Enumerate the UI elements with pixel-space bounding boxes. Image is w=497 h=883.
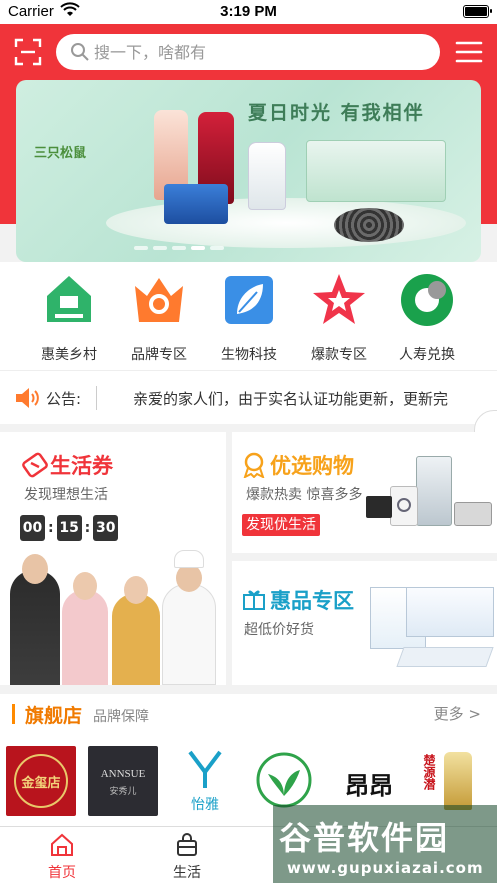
category-item[interactable]: 惠美乡村 (24, 272, 114, 366)
star-icon (313, 274, 365, 324)
notice-label: 公告: (46, 390, 82, 408)
benefit-zone-title: 惠品专区 (270, 589, 354, 613)
category-grid: 惠美乡村 品牌专区 生物科技 爆款专区 人寿兑换 (0, 262, 497, 370)
category-label: 人寿兑换 (399, 347, 455, 363)
crown-icon (135, 278, 183, 322)
more-link[interactable]: 更多 > (434, 703, 481, 724)
product-box (306, 140, 446, 202)
mosquito-coil (334, 208, 404, 242)
brand-name: 怡雅 (191, 797, 219, 813)
shopping-bag-icon (177, 833, 197, 856)
house-icon (47, 276, 91, 322)
benefit-product-illustration (370, 587, 494, 679)
countdown-timer: 00 : 15 : 30 (20, 515, 119, 541)
benefit-zone-subtitle: 超低价好货 (244, 622, 314, 638)
brand-logo[interactable]: ANNSUE 安秀儿 (88, 746, 158, 816)
app-screen: Carrier 3:19 PM 夏日时光 有我相伴 三只松鼠 (0, 0, 497, 883)
pager-dot (210, 246, 224, 250)
brand-logo[interactable]: 金玺店 (6, 746, 76, 816)
section-accent-bar (12, 704, 15, 724)
life-coupon-subtitle: 发现理想生活 (24, 487, 108, 503)
selected-shopping-card[interactable]: 优选购物 爆款热卖 惊喜多多 发现优生活 (232, 432, 497, 553)
brand-name: 昂昂 (345, 772, 393, 800)
category-item[interactable]: 品牌专区 (114, 272, 204, 366)
category-item[interactable]: 爆款专区 (294, 272, 384, 366)
tab-label: 首页 (48, 865, 76, 881)
watermark-url: www.gupuxiazai.com (287, 859, 484, 877)
green-leaf-icon (256, 752, 312, 808)
brand-name: 金玺店 (21, 776, 61, 791)
banner-brand: 三只松鼠 (34, 146, 87, 161)
benefit-zone-card[interactable]: 惠品专区 超低价好货 (232, 561, 497, 685)
category-item[interactable]: 生物科技 (204, 272, 294, 366)
timer-minutes: 15 (56, 515, 82, 541)
timer-hours: 00 (20, 515, 45, 541)
pager-dot (153, 246, 167, 250)
watermark: 谷普软件园 www.gupuxiazai.com (273, 805, 497, 883)
leaf-book-icon (225, 276, 273, 324)
flagship-header: 旗舰店 品牌保障 更多 > (0, 694, 497, 734)
tab-label: 生活 (173, 865, 201, 881)
category-item[interactable]: 人寿兑换 (382, 272, 472, 366)
staff-illustration (0, 550, 226, 685)
timer-seconds: 30 (93, 515, 119, 541)
brand-name: 楚源潜 (422, 754, 436, 790)
tab-life[interactable]: 生活 (147, 831, 227, 881)
selected-shopping-title: 优选购物 (270, 454, 354, 478)
pager-dot (191, 246, 205, 250)
divider (96, 386, 97, 410)
search-bar[interactable] (56, 34, 440, 70)
appliances-illustration (366, 456, 494, 546)
life-coupon-card[interactable]: 生活券 发现理想生活 00 : 15 : 30 (0, 432, 226, 685)
home-icon (51, 833, 73, 856)
product-box (164, 184, 228, 224)
menu-icon[interactable] (455, 40, 483, 64)
scan-icon[interactable] (14, 38, 42, 66)
brand-logo[interactable]: 怡雅 (170, 746, 240, 816)
gift-icon (243, 590, 265, 610)
brand-name-cn: 安秀儿 (109, 787, 137, 797)
selected-shopping-subtitle: 爆款热卖 惊喜多多 (246, 487, 363, 503)
coupon-icon (22, 452, 48, 478)
speaker-icon (16, 388, 39, 408)
pager-dot (134, 246, 148, 250)
life-coupon-title: 生活券 (50, 454, 113, 478)
flagship-title: 旗舰店 (25, 705, 83, 727)
banner-platform (106, 198, 466, 248)
pager-dot (172, 246, 186, 250)
brand-name: ANNSUE (100, 768, 146, 780)
battery-icon (463, 5, 492, 18)
notice-text: 亲爱的家人们，由于实名认证功能更新，更新完 (133, 390, 449, 408)
notice-bar[interactable]: 公告: 亲爱的家人们，由于实名认证功能更新，更新完 (0, 370, 497, 424)
watermark-title: 谷普软件园 (279, 819, 450, 857)
banner-pager (134, 246, 224, 250)
medal-icon (243, 452, 265, 478)
promo-banner[interactable]: 夏日时光 有我相伴 三只松鼠 (16, 80, 481, 262)
status-bar: Carrier 3:19 PM (0, 0, 497, 24)
tab-home[interactable]: 首页 (22, 831, 102, 881)
category-label: 生物科技 (221, 347, 277, 363)
category-label: 惠美乡村 (41, 347, 97, 363)
flagship-subtitle: 品牌保障 (93, 709, 149, 725)
search-input[interactable] (94, 38, 424, 66)
product-bottle (248, 142, 286, 210)
search-icon (71, 43, 89, 61)
category-label: 爆款专区 (311, 347, 367, 363)
clock: 3:19 PM (220, 3, 277, 20)
banner-slogan: 夏日时光 有我相伴 (248, 102, 425, 124)
y-logo-icon (188, 750, 222, 788)
discover-button[interactable]: 发现优生活 (242, 514, 320, 536)
category-label: 品牌专区 (131, 347, 187, 363)
swirl-icon (401, 274, 453, 326)
